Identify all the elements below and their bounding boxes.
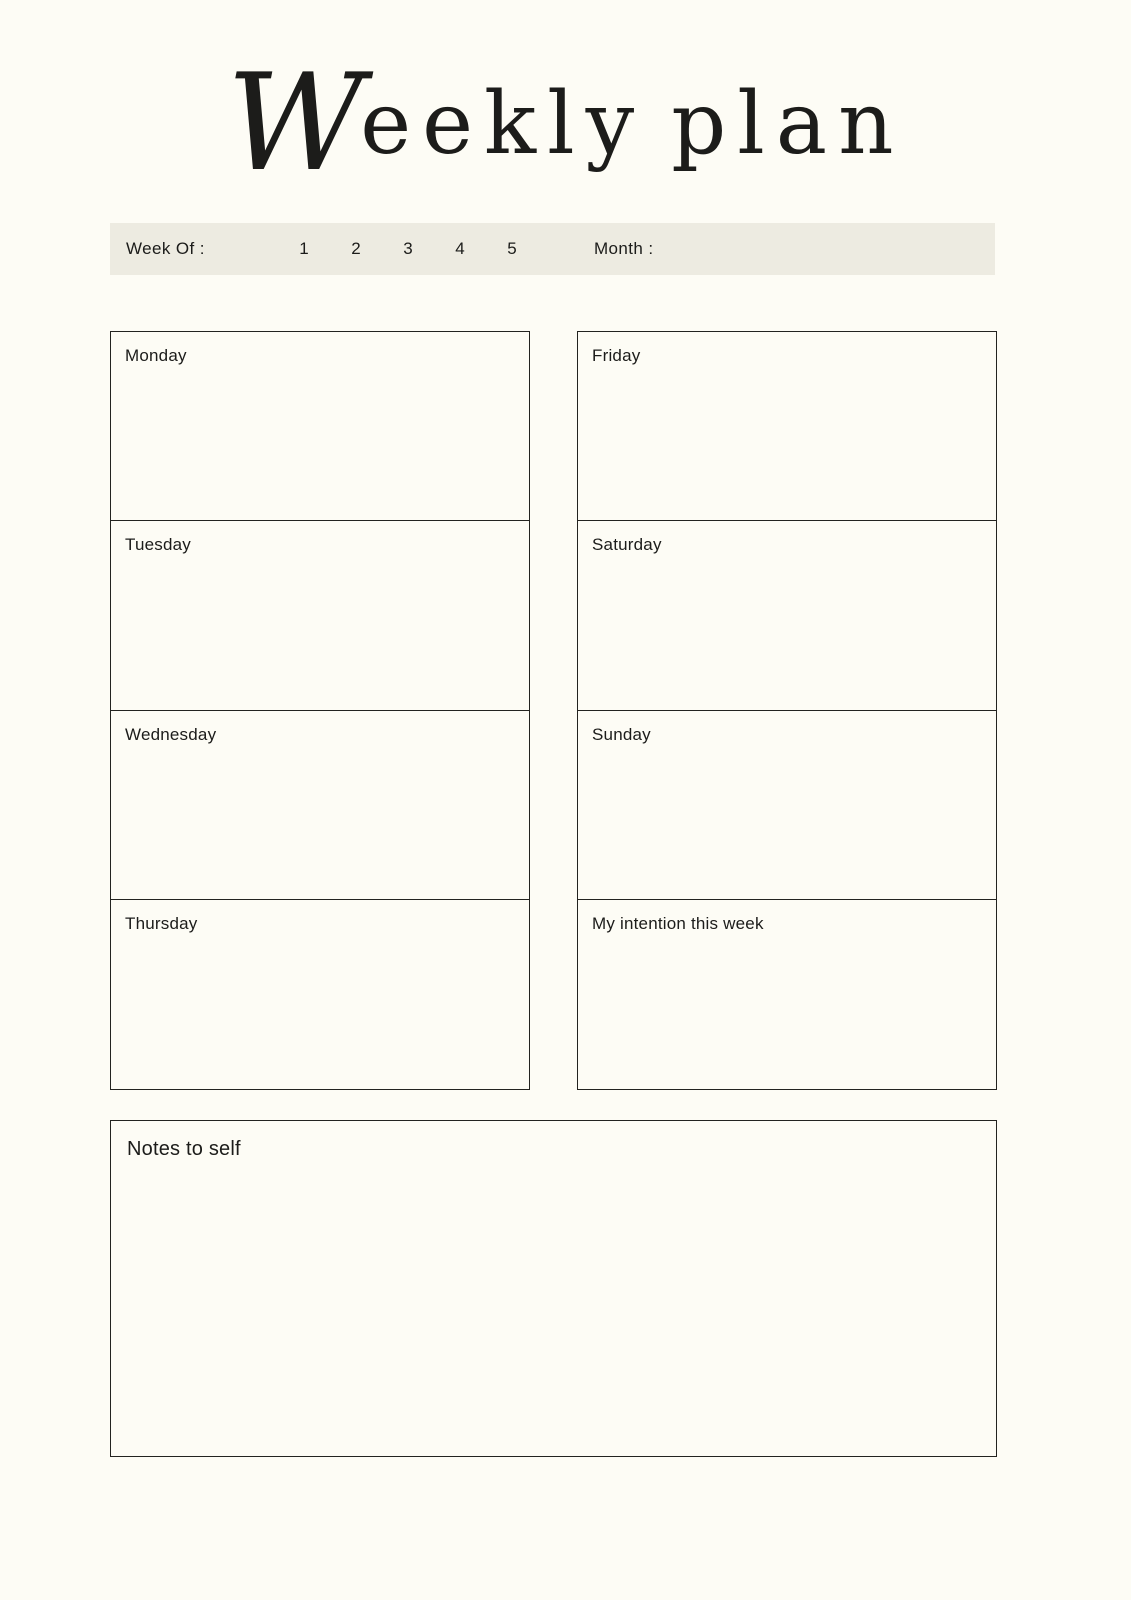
day-box-wednesday[interactable]: Wednesday bbox=[110, 709, 530, 901]
week-of-label: Week Of : bbox=[126, 239, 205, 258]
title-swash-initial: W bbox=[226, 45, 365, 201]
month-label: Month : bbox=[594, 239, 654, 258]
day-box-sunday[interactable]: Sunday bbox=[577, 709, 997, 901]
notes-label: Notes to self bbox=[127, 1138, 241, 1160]
week-number-option-3[interactable]: 3 bbox=[382, 239, 434, 259]
week-number-options: 1 2 3 4 5 bbox=[278, 239, 538, 259]
weekly-plan-page: Weekly plan Week Of : 1 2 3 4 5 Month : M… bbox=[0, 0, 1131, 1600]
day-label-friday: Friday bbox=[592, 346, 641, 365]
week-number-option-2[interactable]: 2 bbox=[330, 239, 382, 259]
day-column-left: Monday Tuesday Wednesday Thursday bbox=[110, 331, 530, 1095]
title-second-word: plan bbox=[671, 74, 905, 174]
day-label-thursday: Thursday bbox=[125, 914, 198, 934]
day-box-saturday[interactable]: Saturday bbox=[577, 520, 997, 712]
day-label-saturday: Saturday bbox=[592, 535, 662, 555]
week-header-bar: Week Of : 1 2 3 4 5 Month : bbox=[110, 223, 995, 275]
page-title: Weekly plan bbox=[0, 54, 1131, 194]
day-label-sunday: Sunday bbox=[592, 724, 651, 744]
day-box-friday[interactable]: Friday bbox=[577, 331, 997, 522]
notes-box[interactable]: Notes to self bbox=[110, 1120, 997, 1457]
intention-label: My intention this week bbox=[592, 914, 764, 934]
week-number-option-5[interactable]: 5 bbox=[486, 239, 538, 259]
day-box-monday[interactable]: Monday bbox=[110, 331, 530, 522]
day-label-wednesday: Wednesday bbox=[125, 724, 217, 744]
day-box-tuesday[interactable]: Tuesday bbox=[110, 520, 530, 712]
day-column-right: Friday Saturday Sunday My intention this… bbox=[577, 331, 997, 1095]
day-label-tuesday: Tuesday bbox=[125, 535, 191, 555]
day-label-monday: Monday bbox=[125, 346, 187, 365]
day-grid: Monday Tuesday Wednesday Thursday Friday… bbox=[110, 331, 997, 1095]
page-title-text: Weekly plan bbox=[227, 54, 905, 190]
week-number-option-1[interactable]: 1 bbox=[278, 239, 330, 259]
day-box-thursday[interactable]: Thursday bbox=[110, 899, 530, 1091]
week-number-option-4[interactable]: 4 bbox=[434, 239, 486, 259]
intention-box[interactable]: My intention this week bbox=[577, 899, 997, 1091]
title-first-word-rest: eekly bbox=[360, 74, 646, 174]
